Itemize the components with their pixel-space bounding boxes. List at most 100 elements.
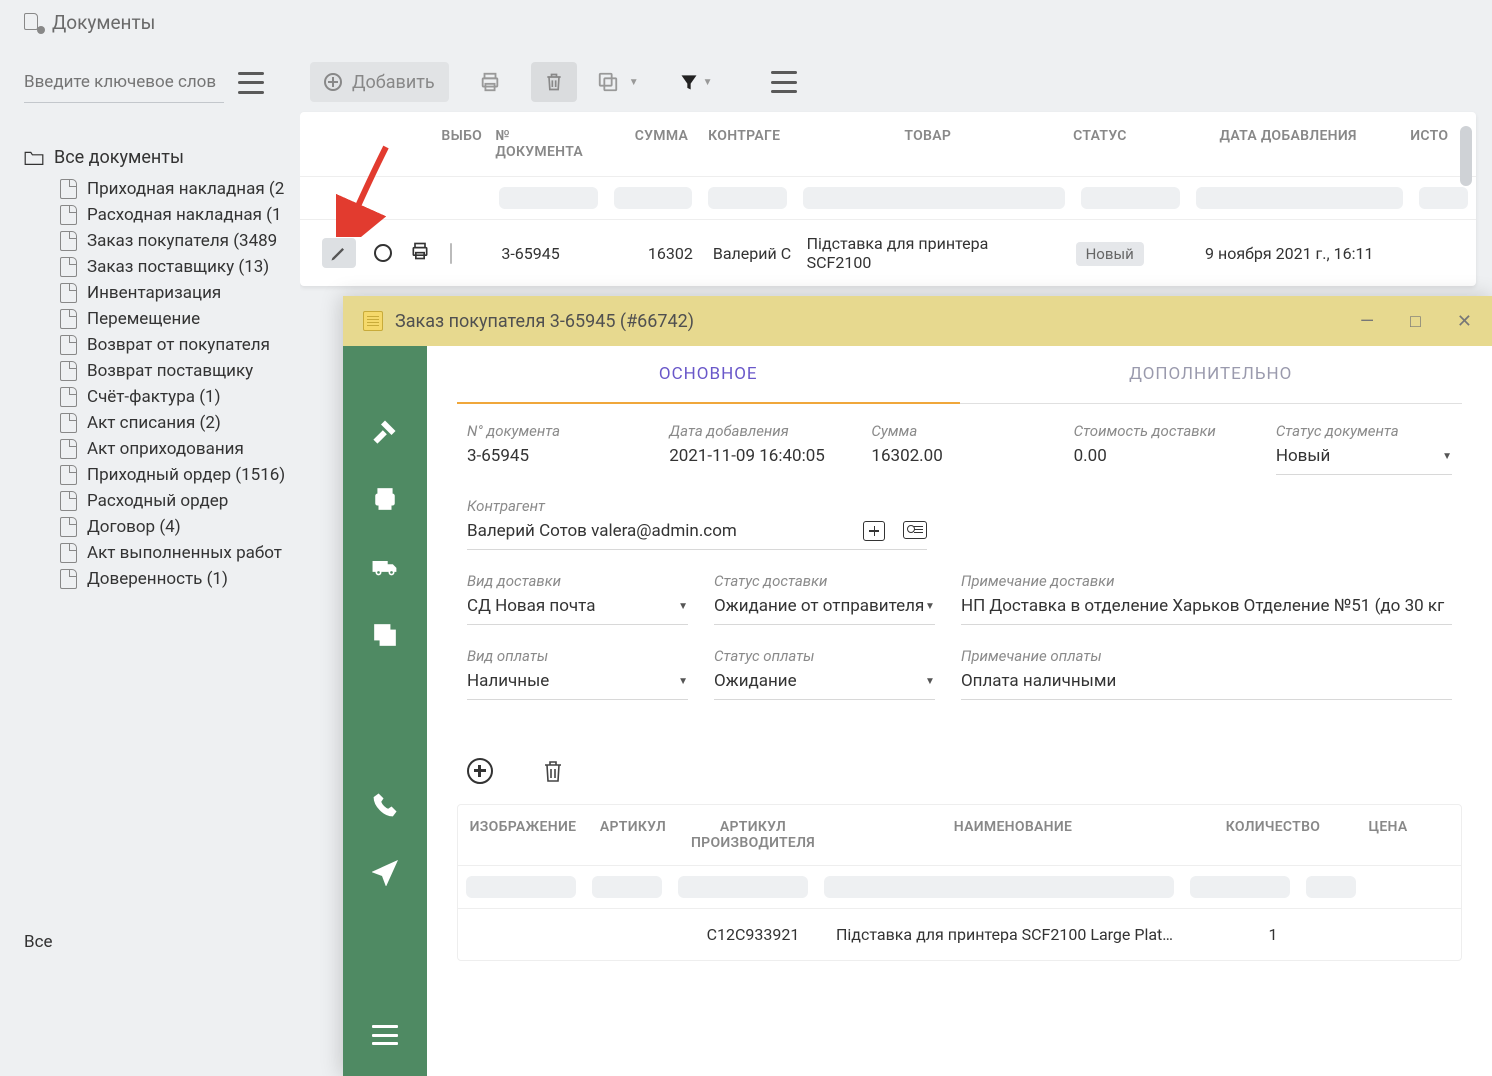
cell-num: 3-65945	[491, 244, 612, 263]
th-sum[interactable]: СУММА	[608, 128, 699, 160]
tree-item-label: Доверенность (1)	[87, 569, 228, 589]
th-select[interactable]: ВЫБО	[431, 128, 485, 160]
ith-image[interactable]: ИЗОБРАЖЕНИЕ	[458, 819, 588, 851]
row-checkbox[interactable]	[450, 243, 452, 264]
label-pay-note: Примечание оплаты	[961, 647, 1452, 665]
tree-item[interactable]: Заказ поставщику (13)	[60, 254, 300, 280]
add-button[interactable]: Добавить	[310, 62, 449, 102]
delete-item-icon[interactable]	[541, 758, 567, 784]
auction-icon[interactable]	[372, 418, 398, 444]
contact-card-icon[interactable]	[903, 521, 927, 539]
tree-item[interactable]: Акт оприходования	[60, 436, 300, 462]
print-button[interactable]	[467, 62, 513, 102]
file-icon	[60, 309, 77, 329]
toolbar-menu-icon[interactable]	[771, 71, 797, 93]
sidebar-menu-icon[interactable]	[238, 72, 264, 94]
modal-sidebar-menu[interactable]	[372, 1022, 398, 1048]
tree-item[interactable]: Договор (4)	[60, 514, 300, 540]
copy-icon[interactable]	[372, 622, 398, 648]
th-product[interactable]: ТОВАР	[792, 128, 1063, 160]
tab-main[interactable]: ОСНОВНОЕ	[457, 346, 960, 404]
sidebar: Все документы Приходная накладная (2 Расх…	[0, 44, 300, 1076]
ith-qty[interactable]: КОЛИЧЕСТВО	[1198, 819, 1348, 851]
value-sum: 16302.00	[871, 446, 1047, 474]
th-date[interactable]: ДАТА ДОБАВЛЕНИЯ	[1176, 128, 1400, 160]
value-pay-note[interactable]: Оплата наличными	[961, 671, 1452, 700]
send-icon[interactable]	[372, 860, 398, 886]
maximize-icon[interactable]: □	[1410, 311, 1421, 332]
tree-root[interactable]: Все документы	[24, 147, 300, 168]
file-icon	[60, 413, 77, 433]
value-cagent[interactable]: Валерий Сотов valera@admin.com	[467, 521, 927, 550]
tree-item-label: Возврат от покупателя	[87, 335, 270, 355]
mark-icon[interactable]	[374, 244, 392, 262]
items-table: ИЗОБРАЖЕНИЕ АРТИКУЛ АРТИКУЛ ПРОИЗВОДИТЕЛ…	[457, 804, 1462, 961]
tree-item[interactable]: Доверенность (1)	[60, 566, 300, 592]
th-cagent[interactable]: КОНТРАГЕ	[698, 128, 792, 160]
tree-item-label: Возврат поставщику	[87, 361, 253, 381]
value-ship-note[interactable]: НП Доставка в отделение Харьков Отделени…	[961, 596, 1452, 625]
ith-name[interactable]: НАИМЕНОВАНИЕ	[828, 819, 1198, 851]
tree-item[interactable]: Возврат от покупателя	[60, 332, 300, 358]
tree-item[interactable]: Счёт-фактура (1)	[60, 384, 300, 410]
tab-extra[interactable]: ДОПОЛНИТЕЛЬНО	[960, 346, 1463, 404]
phone-icon[interactable]	[372, 792, 398, 818]
ith-article[interactable]: АРТИКУЛ	[588, 819, 678, 851]
tree-item[interactable]: Акт списания (2)	[60, 410, 300, 436]
filter-button[interactable]: ▼	[679, 72, 713, 92]
tree-item[interactable]: Расходный ордер	[60, 488, 300, 514]
file-icon	[60, 543, 77, 563]
copy-button[interactable]: ▼	[595, 62, 641, 102]
tree-item-label: Приходная накладная (2	[87, 179, 284, 199]
select-pay-type[interactable]: Наличные▼	[467, 671, 688, 700]
tree-item[interactable]: Расходная накладная (1	[60, 202, 300, 228]
label-pay-status: Статус оплаты	[714, 647, 935, 665]
documents-table: ВЫБО № ДОКУМЕНТА СУММА КОНТРАГЕ ТОВАР СТ…	[300, 112, 1476, 286]
label-doc-num: N° документа	[467, 422, 643, 440]
th-num[interactable]: № ДОКУМЕНТА	[485, 128, 607, 160]
file-icon	[60, 439, 77, 459]
select-pay-status[interactable]: Ожидание▼	[714, 671, 935, 700]
tree-item-label: Приходный ордер (1516)	[87, 465, 285, 485]
table-header: ВЫБО № ДОКУМЕНТА СУММА КОНТРАГЕ ТОВАР СТ…	[300, 112, 1476, 177]
select-ship-type[interactable]: СД Новая почта▼	[467, 596, 688, 625]
minimize-icon[interactable]: —	[1360, 311, 1374, 332]
print-icon[interactable]	[372, 486, 398, 512]
truck-icon[interactable]	[372, 554, 398, 580]
edit-icon[interactable]	[322, 238, 356, 268]
file-icon	[60, 491, 77, 511]
close-icon[interactable]: ✕	[1457, 311, 1472, 332]
ith-article-mfr[interactable]: АРТИКУЛ ПРОИЗВОДИТЕЛЯ	[678, 819, 828, 851]
tree-item[interactable]: Акт выполненных работ	[60, 540, 300, 566]
tree-item[interactable]: Приходный ордер (1516)	[60, 462, 300, 488]
document-tree: Все документы Приходная накладная (2 Расх…	[24, 147, 300, 592]
tree-item[interactable]: Заказ покупателя (3489	[60, 228, 300, 254]
icell-name: Підставка для принтера SCF2100 Large Pla…	[828, 925, 1198, 944]
caret-down-icon: ▼	[629, 77, 639, 88]
page-title: Документы	[52, 11, 155, 34]
label-ship-cost: Стоимость доставки	[1074, 422, 1250, 440]
tree-item[interactable]: Возврат поставщику	[60, 358, 300, 384]
icell-qty: 1	[1198, 925, 1348, 944]
select-doc-status[interactable]: Новый▼	[1276, 446, 1452, 475]
select-ship-status[interactable]: Ожидание от отправителя▼	[714, 596, 935, 625]
ith-price[interactable]: ЦЕНА	[1348, 819, 1428, 851]
tree-item[interactable]: Инвентаризация	[60, 280, 300, 306]
add-contact-icon[interactable]	[863, 521, 885, 541]
file-icon	[60, 517, 77, 537]
file-icon	[60, 465, 77, 485]
value-date: 2021-11-09 16:40:05	[669, 446, 845, 474]
tree-item-label: Заказ покупателя (3489	[87, 231, 277, 251]
modal-titlebar[interactable]: Заказ покупателя 3-65945 (#66742) — □ ✕	[343, 296, 1492, 346]
tree-item[interactable]: Приходная накладная (2	[60, 176, 300, 202]
document-modal: Заказ покупателя 3-65945 (#66742) — □ ✕ …	[343, 296, 1492, 1076]
table-row[interactable]: 3-65945 16302 Валерий С Підставка для пр…	[300, 220, 1476, 286]
toolbar: Добавить ▼ ▼	[300, 56, 1476, 112]
search-input[interactable]	[24, 62, 224, 103]
th-status[interactable]: СТАТУС	[1063, 128, 1176, 160]
row-print-icon[interactable]	[410, 241, 430, 265]
items-row[interactable]: C12C933921 Підставка для принтера SCF210…	[458, 909, 1461, 960]
delete-button[interactable]	[531, 62, 577, 102]
add-item-icon[interactable]	[467, 758, 493, 784]
tree-item[interactable]: Перемещение	[60, 306, 300, 332]
